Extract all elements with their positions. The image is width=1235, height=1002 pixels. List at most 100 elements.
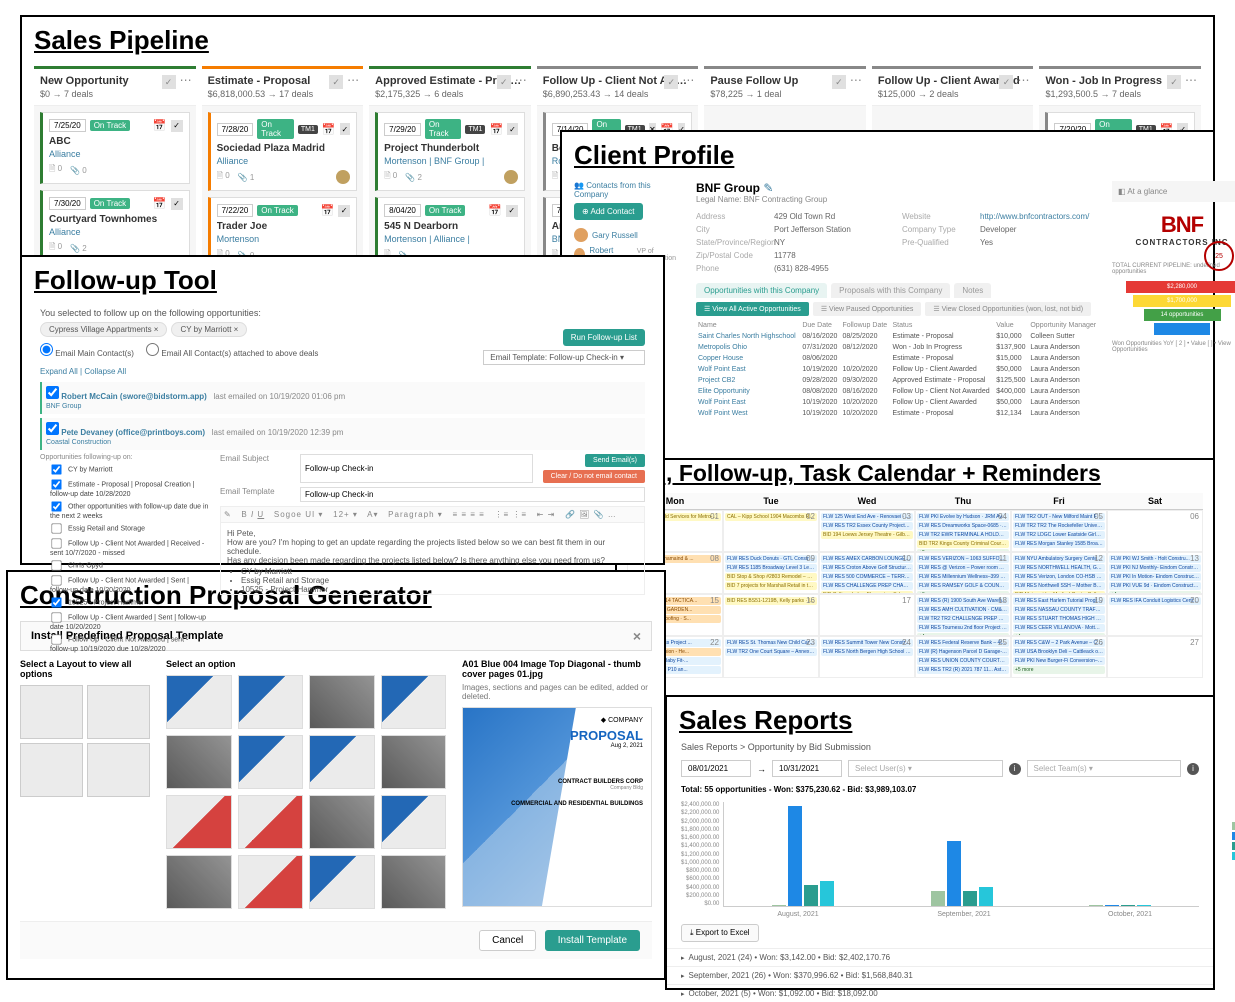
export-excel-button[interactable]: ⤓ Export to Excel [681,924,759,942]
contact-checkbox[interactable] [46,386,59,399]
filter-button[interactable]: ☰ View Closed Opportunities (won, lost, … [925,302,1091,316]
check-icon[interactable]: ✓ [338,205,350,217]
calendar-event[interactable]: FLW RES 500 COMMERCE – TERRAZZO · Pav... [821,573,913,581]
check-icon[interactable]: ✓ [664,75,678,89]
info-icon[interactable]: i [1187,763,1199,775]
calendar-icon[interactable]: 📅 [488,204,502,217]
contact-row[interactable]: Pete Devaney (office@printboys.com) last… [40,418,645,450]
calendar-cell[interactable]: 24FLW RES Summit Tower New Construction … [819,636,915,678]
calendar-cell[interactable]: 16BID RES BS51-1219B, Kelly parks · Inno… [723,594,819,636]
calendar-event[interactable]: FLW RES Tournesu 2nd floor Project · Aco… [917,624,1009,632]
contact-item[interactable]: Gary Russell [574,228,684,242]
calendar-event[interactable]: FLW RES Verizon, London CO-HSB · G Gener… [1013,573,1105,581]
template-thumb[interactable] [238,735,304,789]
table-row[interactable]: Wolf Point West10/19/202010/20/2020Estim… [696,408,1100,419]
opportunity-checkbox[interactable]: CY by Marriott [50,463,210,476]
calendar-event[interactable]: FLW RES NASSAU COUNTY TRAFFIC & PARKI... [1013,606,1105,614]
calendar-event[interactable]: FLW RES 1185 Broadway Level 3 Level 5 & … [725,564,817,572]
opportunity-card[interactable]: 7/28/20 On Track TM1 📅 ✓ Sociedad Plaza … [208,112,358,191]
report-row[interactable]: ▸September, 2021 (26) • Won: $370,996.62… [667,966,1213,984]
column-header[interactable]: Due Date [800,320,840,331]
template-thumb[interactable] [309,795,375,849]
calendar-event[interactable]: FLW RES Federal Reserve Bank – 4th Floor… [917,639,1009,647]
table-row[interactable]: Elite Opportunity08/08/202008/16/2020Fol… [696,386,1100,397]
calendar-event[interactable]: FLW RES AMH CULTIVATION · CM&B Constru..… [917,606,1009,614]
table-row[interactable]: Metropolis Ohio07/31/202008/12/2020Won -… [696,342,1100,353]
opportunity-checkbox[interactable]: Essig Retail and Storage [50,522,210,535]
calendar-event[interactable]: FLW RES @ Verizon – Power room AC Unit V… [917,564,1009,572]
calendar-event[interactable]: FLW RES Croton Above Golf Structure · CA… [821,564,913,572]
layout-thumb[interactable] [20,743,83,797]
template-thumb[interactable] [381,675,447,729]
template-thumb[interactable] [309,735,375,789]
calendar-event[interactable]: FLW PKI NJ Monthly- Eindom Construction … [1109,564,1201,572]
filter-button[interactable]: ☰ View Paused Opportunities [813,302,922,316]
calendar-cell[interactable]: 19FLW RES East Harlem Tutorial Program R… [1011,594,1107,636]
email-body-editor[interactable]: Hi Pete, How are you? I'm hoping to get … [220,523,645,595]
chart-bar[interactable] [1089,905,1103,906]
calendar-event[interactable]: FLW TR2 TR2 CHALLENGE PREP CHARTER SC... [917,615,1009,623]
opportunity-checkbox[interactable]: Follow Up - Client Not Awarded | Receive… [50,537,210,557]
opportunity-checkbox[interactable]: Follow Up - Client Not Awarded | Sent | … [50,574,210,594]
calendar-event[interactable]: FLW RES STUART THOMAS HIGH SCHOOL ... [1013,615,1105,623]
calendar-event[interactable]: FLW TR2 LDGC Lower Eastside Girls Club C… [1013,531,1105,539]
more-icon[interactable]: ⋯ [1185,75,1197,89]
calendar-event[interactable]: FLW RES UNION COUNTY COURTHOUSE PA... [917,657,1009,665]
report-row[interactable]: ▸October, 2021 (5) • Won: $1,092.00 • Bi… [667,984,1213,1002]
expand-all-link[interactable]: Expand All | Collapse All [40,367,126,376]
calendar-event[interactable]: FLW RES CHALLENGE PREP CHARTER SCHO... [821,582,913,590]
filter-button[interactable]: ☰ View All Active Opportunities [696,302,809,316]
opportunity-checkbox[interactable]: Follow Up - Client Awarded | Sent | foll… [50,611,210,631]
editor-toolbar[interactable]: ✎ B I U Sogoe UI ▾ 12+ ▾ A▾ Paragraph ▾ … [220,506,645,523]
chart-bar[interactable] [804,885,818,906]
calendar-event[interactable]: CAL – Kipp School 1904 Macombs Road, JER… [725,513,817,521]
column-header[interactable]: Status [890,320,994,331]
calendar-event[interactable]: FLW RES Northwell SSH – Mother Baby Fit-… [1013,582,1105,590]
calendar-event[interactable]: FLW RES Dreamworks Space-0685 · TICTONIC… [917,522,1009,530]
calendar-event[interactable]: FLW PKI Evolve by Hudson · JRM Aviation … [917,513,1009,521]
chart-bar[interactable] [1121,905,1135,906]
chart-bar[interactable] [772,905,786,906]
table-row[interactable]: Wolf Point East10/19/202010/20/2020Follo… [696,364,1100,375]
opportunity-pill[interactable]: Cypress Village Appartments × [40,322,167,337]
radio-all-contacts[interactable]: Email All Contact(s) attached to above d… [146,349,318,358]
template-thumb[interactable] [381,735,447,789]
calendar-event[interactable]: FLW RES St. Thomas New Child Care Centre… [725,639,817,647]
tab[interactable]: Opportunities with this Company [696,283,827,298]
calendar-event[interactable]: FLW USA Brooklyn Deli – Cattleack of LI … [1013,648,1105,656]
table-row[interactable]: Wolf Point East10/19/202010/20/2020Follo… [696,397,1100,408]
opportunity-checkbox[interactable]: Follow Up - Client Not Awarded | sent - … [50,633,210,653]
layout-thumb[interactable] [87,685,150,739]
calendar-cell[interactable]: 25FLW RES Federal Reserve Bank – 4th Flo… [915,636,1011,678]
table-row[interactable]: Saint Charles North Highschool08/16/2020… [696,331,1100,342]
calendar-event[interactable]: BID 7 projects for Marshall Retail in th… [725,582,817,590]
opportunity-checkbox[interactable]: Estimate - Proposal | Proposal Creation … [50,478,210,498]
calendar-event[interactable]: FLW PKI In Motion- Eindom Construction G… [1109,573,1201,581]
calendar-event[interactable]: FLW RES IFA Conduit Logistics Center Pro… [1109,597,1201,605]
calendar-icon[interactable]: 📅 [489,123,503,136]
calendar-event[interactable]: FLW RES Summit Tower New Construction – … [821,639,913,647]
column-header[interactable]: Opportunity Manager [1028,320,1100,331]
layout-thumb[interactable] [20,685,83,739]
check-icon[interactable]: ✓ [497,75,511,89]
template-thumb[interactable] [309,675,375,729]
column-header[interactable]: Followup Date [840,320,890,331]
radio-main-contacts[interactable]: Email Main Contact(s) [40,349,134,358]
chart-bar[interactable] [1105,905,1119,906]
calendar-event[interactable]: FLW RES NORTHWELL HEALTH, GLEN COVE ... [1013,564,1105,572]
template-thumb[interactable] [309,855,375,909]
calendar-cell[interactable]: 10FLW RES AMEX CARBON LOUNGE · Turner, N… [819,552,915,594]
template-thumb[interactable] [238,855,304,909]
check-icon[interactable]: ✓ [171,120,183,132]
subject-input[interactable] [300,454,533,483]
calendar-event[interactable]: FLW RES Morgan Stanley 1585 Broadway P1H… [1013,540,1105,548]
check-icon[interactable]: ✓ [506,205,518,217]
calendar-event[interactable]: FLW TR2 TR2 The Rockefeller University –… [1013,522,1105,530]
check-icon[interactable]: ✓ [1167,75,1181,89]
calendar-event[interactable]: FLW RES CEER VILLANOVA · Mottwen Constru… [1013,624,1105,632]
opportunity-card[interactable]: 7/29/20 On Track TM1 📅 ✓ Project Thunder… [375,112,525,191]
chart-bar[interactable] [963,891,977,906]
website-link[interactable]: http://www.bnfcontractors.com/ [980,212,1089,221]
template-thumb[interactable] [166,735,232,789]
more-icon[interactable]: ⋯ [850,75,862,89]
